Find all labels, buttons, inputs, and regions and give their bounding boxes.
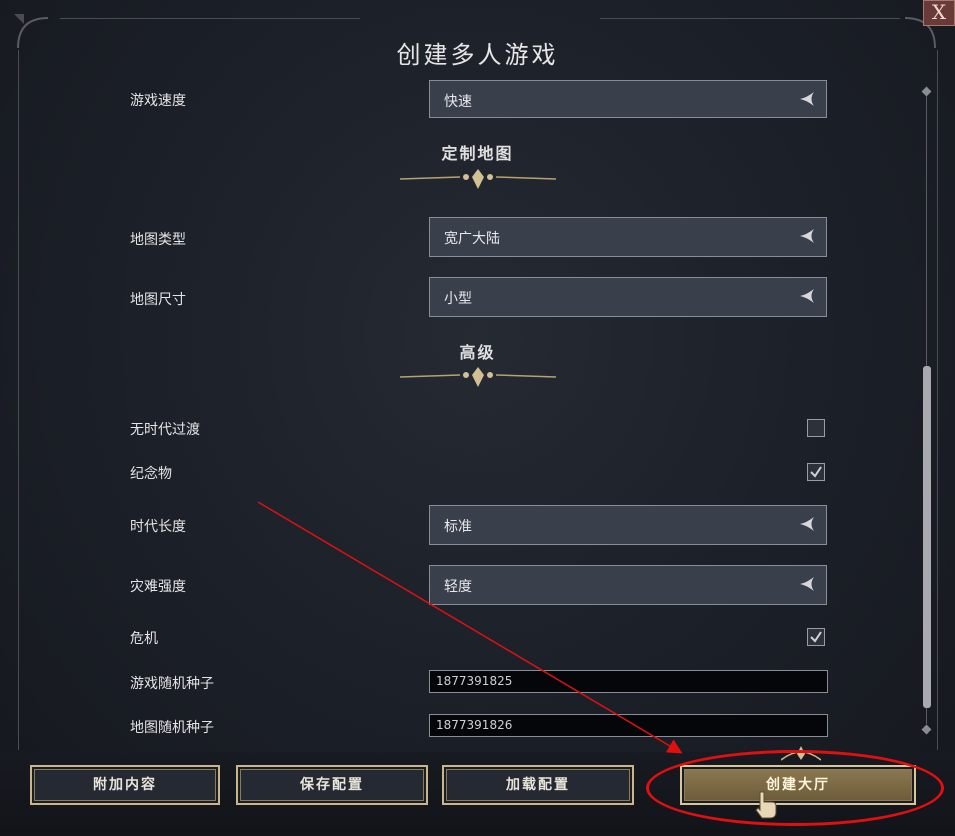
age-length-dropdown[interactable]: 标准: [429, 505, 827, 545]
annotation-arrow-icon: [257, 501, 683, 754]
scrollbar-thumb[interactable]: [923, 366, 931, 708]
map-seed-label: 地图随机种子: [130, 720, 214, 736]
section-title-advanced: 高级: [459, 343, 496, 362]
dropdown-arrow-icon: [800, 517, 814, 531]
map-type-dropdown[interactable]: 宽广大陆: [429, 217, 827, 257]
game-seed-label: 游戏随机种子: [130, 676, 214, 692]
checkmark-icon: [810, 631, 822, 643]
dropdown-arrow-icon: [800, 289, 814, 303]
section-divider-ornament-icon: [400, 169, 556, 189]
map-seed-input[interactable]: 1877391826: [429, 714, 828, 737]
section-divider-ornament-icon: [400, 367, 556, 387]
game-speed-dropdown[interactable]: 快速: [429, 80, 827, 118]
scrollbar-top-cap-icon: [921, 86, 932, 97]
no-age-transition-checkbox[interactable]: [807, 419, 825, 437]
additional-content-button[interactable]: 附加内容: [30, 765, 220, 805]
map-size-label: 地图尺寸: [130, 292, 186, 308]
game-speed-label: 游戏速度: [130, 93, 186, 109]
save-config-button[interactable]: 保存配置: [236, 765, 428, 805]
map-type-label: 地图类型: [130, 232, 186, 248]
map-size-value: 小型: [444, 291, 472, 307]
annotation-highlight-ellipse: [646, 750, 944, 826]
monuments-label: 纪念物: [130, 466, 172, 482]
monuments-checkbox[interactable]: [807, 463, 825, 481]
crisis-checkbox[interactable]: [807, 628, 825, 646]
age-length-label: 时代长度: [130, 519, 186, 535]
map-type-value: 宽广大陆: [444, 231, 500, 247]
checkmark-icon: [810, 466, 822, 478]
page-title: 创建多人游戏: [396, 41, 559, 69]
disaster-intensity-label: 灾难强度: [130, 579, 186, 595]
game-seed-input[interactable]: 1877391825: [429, 670, 828, 693]
game-speed-value: 快速: [444, 94, 472, 110]
no-age-transition-label: 无时代过渡: [130, 422, 200, 438]
scrollbar-bottom-cap-icon: [921, 724, 932, 735]
section-title-custom-map: 定制地图: [441, 144, 514, 163]
load-config-button[interactable]: 加载配置: [442, 765, 634, 805]
dropdown-arrow-icon: [800, 577, 814, 591]
dropdown-arrow-icon: [800, 92, 814, 106]
frame-top-right-line: [600, 18, 900, 19]
crisis-label: 危机: [130, 631, 158, 647]
hand-cursor-icon: [755, 791, 777, 819]
disaster-intensity-dropdown[interactable]: 轻度: [429, 565, 827, 605]
scrollbar[interactable]: [921, 86, 932, 736]
dropdown-arrow-icon: [800, 229, 814, 243]
map-size-dropdown[interactable]: 小型: [429, 277, 827, 317]
disaster-intensity-value: 轻度: [444, 579, 472, 595]
close-button[interactable]: X: [923, 0, 955, 26]
frame-top-left-line: [60, 18, 360, 19]
age-length-value: 标准: [444, 519, 472, 535]
